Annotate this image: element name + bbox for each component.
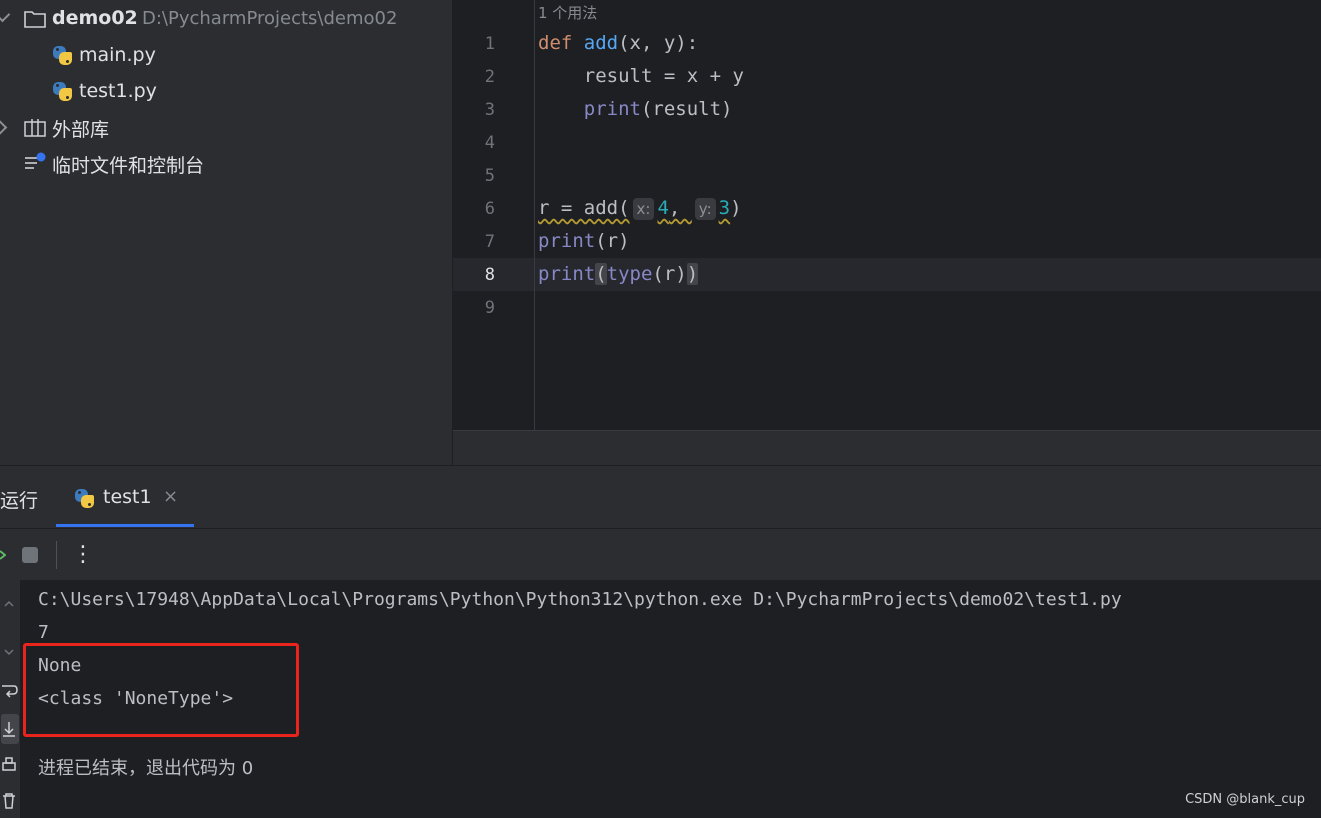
- red-highlight-box: [23, 643, 299, 737]
- active-tab-indicator: [56, 524, 194, 527]
- code-text: r = add(: [538, 197, 630, 219]
- console-command-line: C:\Users\17948\AppData\Local\Programs\Py…: [38, 589, 1122, 610]
- code-text: (x, y):: [618, 32, 699, 54]
- console-output-line: 7: [38, 622, 49, 643]
- run-tool-window: 运行 test1 × ⋮ C:\Users\17948\AppData\Loca…: [0, 465, 1321, 818]
- code-text: (result): [640, 98, 733, 120]
- tree-scratches-label: 临时文件和控制台: [52, 155, 205, 177]
- python-file-icon: [52, 45, 73, 66]
- code-text: ): [730, 197, 742, 219]
- run-toolbar: ⋮: [0, 528, 1321, 580]
- console-output[interactable]: C:\Users\17948\AppData\Local\Programs\Py…: [20, 580, 1321, 818]
- builtin-print: print: [583, 98, 641, 120]
- line-number: 1: [484, 34, 495, 54]
- line-number: 4: [484, 133, 495, 153]
- line-number: 7: [484, 232, 495, 252]
- line-number: 9: [484, 298, 495, 318]
- run-tab-label: test1: [103, 486, 152, 508]
- scratches-icon: [25, 152, 46, 169]
- line-number: 5: [484, 166, 495, 186]
- toolbar-separator: [56, 541, 57, 569]
- editor-bottom-area: [453, 430, 1321, 466]
- gutter-separator: [534, 0, 535, 430]
- code-editor[interactable]: 1 个用法 1 2 3 4 5 6 7 8 9 def add(x, y): r…: [453, 0, 1321, 430]
- usages-hint[interactable]: 1 个用法: [538, 2, 597, 23]
- scroll-down-icon[interactable]: [0, 646, 18, 658]
- watermark: CSDN @blank_cup: [1185, 792, 1305, 807]
- folder-icon: [24, 11, 46, 28]
- code-text: (r): [595, 230, 630, 252]
- code-text: ,: [668, 197, 692, 219]
- chevron-down-icon[interactable]: [0, 6, 11, 23]
- close-icon[interactable]: ×: [163, 486, 178, 507]
- number-literal: 4: [657, 197, 669, 219]
- scroll-up-icon[interactable]: [0, 598, 18, 610]
- line-number-current: 8: [484, 265, 495, 285]
- console-exit-message: 进程已结束，退出代码为 0: [38, 758, 254, 779]
- builtin-print: print: [538, 263, 596, 285]
- code-line-2[interactable]: result = x + y: [538, 65, 744, 87]
- tree-external-libraries-label: 外部库: [52, 119, 110, 141]
- chevron-right-icon[interactable]: [0, 119, 8, 136]
- project-panel: demo02 D:\PycharmProjects\demo02 main.py…: [0, 0, 453, 465]
- line-number: 6: [484, 199, 495, 219]
- code-line-6[interactable]: r = add(x: 4, y: 3): [538, 197, 742, 220]
- print-icon[interactable]: [0, 756, 18, 774]
- matched-paren: ): [686, 263, 699, 285]
- tree-root-path: D:\PycharmProjects\demo02: [142, 8, 398, 29]
- code-line-3[interactable]: print(result): [538, 98, 733, 120]
- stop-icon[interactable]: [22, 547, 38, 563]
- python-file-icon: [52, 81, 73, 102]
- console-side-toolbar: [0, 580, 20, 818]
- run-tab-test1[interactable]: test1 ×: [56, 466, 194, 528]
- library-icon: [24, 119, 46, 137]
- tree-root-label: demo02: [52, 7, 138, 29]
- more-options-icon[interactable]: ⋮: [72, 541, 94, 569]
- code-line-1[interactable]: def add(x, y):: [538, 32, 698, 54]
- builtin-type: type: [606, 263, 653, 285]
- builtin-print: print: [538, 230, 596, 252]
- code-text: (r): [652, 263, 687, 285]
- function-name: add: [583, 32, 619, 54]
- tree-file-label: main.py: [79, 44, 156, 66]
- tree-file-label: test1.py: [79, 80, 157, 102]
- line-number: 3: [484, 100, 495, 120]
- run-window-title: 运行: [0, 490, 39, 512]
- keyword-def: def: [538, 32, 573, 54]
- tree-file-test1[interactable]: test1.py: [52, 73, 157, 109]
- trash-icon[interactable]: [0, 792, 18, 810]
- code-text: result = x + y: [538, 65, 744, 87]
- param-hint-y: y:: [694, 198, 716, 220]
- soft-wrap-icon[interactable]: [0, 682, 18, 700]
- tree-file-main[interactable]: main.py: [52, 37, 156, 73]
- param-hint-x: x:: [632, 198, 655, 220]
- line-number: 2: [484, 67, 495, 87]
- rerun-icon[interactable]: [0, 547, 6, 563]
- scroll-to-end-icon[interactable]: [0, 720, 18, 738]
- python-file-icon: [74, 488, 95, 509]
- code-line-8[interactable]: print(type(r)): [538, 263, 699, 285]
- number-literal: 3: [718, 197, 731, 219]
- code-line-7[interactable]: print(r): [538, 230, 630, 252]
- matched-paren: (: [595, 263, 607, 285]
